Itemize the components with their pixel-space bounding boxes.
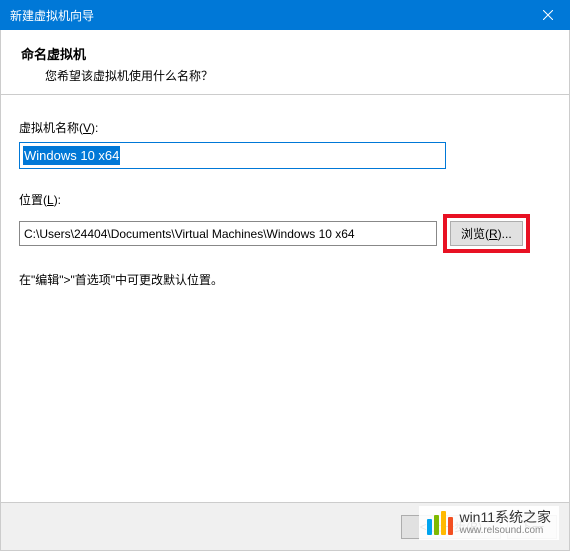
location-row: 浏览(R)... [19, 214, 551, 253]
vm-name-label: 虚拟机名称(V): [19, 119, 551, 136]
watermark-sub: www.relsound.com [459, 525, 551, 536]
browse-button[interactable]: 浏览(R)... [450, 221, 523, 246]
watermark-logo [427, 511, 453, 535]
close-button[interactable] [525, 0, 570, 30]
browse-highlight: 浏览(R)... [443, 214, 530, 253]
location-input[interactable] [19, 221, 437, 246]
content-area: 虚拟机名称(V): Windows 10 x64 位置(L): 浏览(R)...… [1, 95, 569, 298]
watermark-main: win11系统之家 [459, 510, 551, 525]
vm-name-input[interactable] [20, 143, 445, 168]
page-title: 命名虚拟机 [21, 44, 549, 63]
titlebar: 新建虚拟机向导 [0, 0, 570, 30]
window-title: 新建虚拟机向导 [10, 7, 94, 24]
vm-name-input-wrapper: Windows 10 x64 [19, 142, 446, 169]
header-panel: 命名虚拟机 您希望该虚拟机使用什么名称？ [1, 30, 569, 95]
dialog-body: 命名虚拟机 您希望该虚拟机使用什么名称？ 虚拟机名称(V): Windows 1… [0, 30, 570, 551]
page-subtitle: 您希望该虚拟机使用什么名称？ [21, 67, 549, 84]
watermark-text: win11系统之家 www.relsound.com [459, 510, 551, 536]
close-icon [543, 10, 553, 20]
watermark: win11系统之家 www.relsound.com [419, 506, 559, 540]
location-hint: 在"编辑">"首选项"中可更改默认位置。 [19, 271, 551, 288]
location-label: 位置(L): [19, 191, 551, 208]
